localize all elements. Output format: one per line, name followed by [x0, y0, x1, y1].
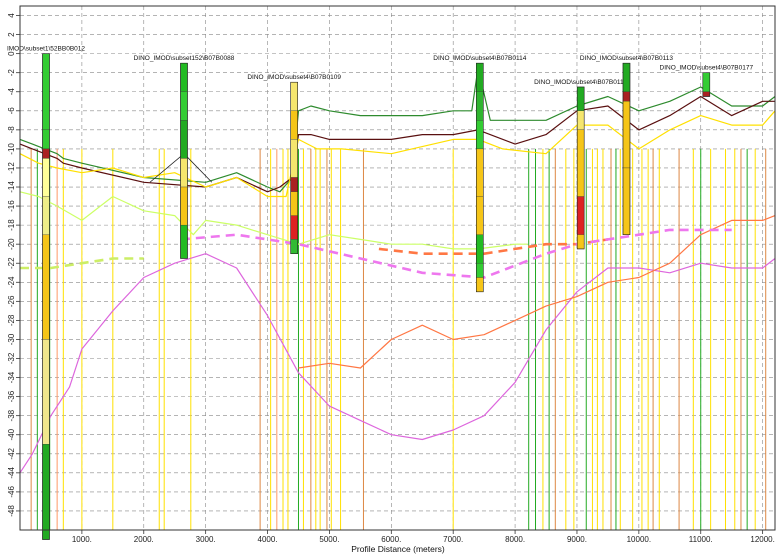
y-tick-label: -20	[7, 238, 16, 250]
borehole-segment	[290, 82, 298, 111]
borehole-label: DINO_IMOD\subset4\B07B0177	[660, 65, 754, 72]
borehole-segment	[702, 72, 710, 92]
x-tick-label: 1000.	[72, 535, 92, 544]
borehole-segment	[476, 277, 484, 292]
y-tick-label: -34	[7, 371, 16, 383]
borehole-segment	[577, 234, 585, 250]
borehole-segment	[42, 53, 50, 131]
borehole-segment	[42, 158, 50, 197]
borehole-segment	[42, 196, 50, 235]
y-tick-label: -26	[7, 295, 16, 307]
x-tick-label: 2000.	[134, 535, 154, 544]
borehole-segment	[476, 263, 484, 278]
borehole-segment	[42, 234, 50, 340]
y-tick-label: -12	[7, 162, 16, 174]
borehole-segment	[702, 91, 710, 97]
borehole-segment	[42, 129, 50, 150]
x-tick-label: 4000.	[258, 535, 278, 544]
borehole-segment	[290, 177, 298, 192]
borehole-segment	[180, 63, 188, 92]
borehole-label: DINO_IMOD\subset4\B07B0114	[433, 55, 526, 62]
borehole-segment	[577, 196, 585, 235]
borehole-label: DINO_IMOD\subset4\B07B0109	[247, 74, 341, 81]
borehole-segment	[476, 196, 484, 235]
y-tick-label: -18	[7, 219, 16, 231]
borehole-label: DINO_IMOD\subset4\B07B0113	[580, 55, 673, 62]
y-tick-label: -44	[7, 467, 16, 479]
x-tick-label: 12000.	[750, 535, 774, 544]
y-tick-label: -2	[7, 69, 16, 77]
borehole-segment	[290, 191, 298, 216]
borehole-segment	[290, 110, 298, 140]
borehole-label: IMOD\subset1\52BB0B012	[7, 46, 85, 53]
y-tick-label: -40	[7, 428, 16, 440]
borehole-segment	[476, 91, 484, 121]
x-tick-label: 9000.	[567, 535, 587, 544]
y-tick-label: -8	[7, 126, 16, 134]
borehole-segment	[622, 167, 631, 235]
borehole-segment	[290, 215, 298, 240]
borehole-segment	[290, 239, 298, 254]
x-tick-label: 3000.	[196, 535, 216, 544]
y-tick-label: -38	[7, 409, 16, 421]
y-tick-label: -10	[7, 143, 16, 155]
y-tick-label: -42	[7, 447, 16, 459]
borehole-segment	[476, 120, 484, 150]
profile-chart: IMOD\subset1\52BB0B012 DINO_IMOD\subset15…	[0, 0, 777, 556]
borehole-segment	[577, 129, 585, 197]
x-tick-label: 10000.	[627, 535, 651, 544]
borehole-segment	[577, 110, 585, 131]
y-tick-label: 0	[7, 51, 16, 56]
y-tick-label: 2	[7, 32, 16, 37]
y-tick-label: -46	[7, 486, 16, 498]
x-tick-label: 11000.	[689, 535, 713, 544]
y-tick-label: -24	[7, 276, 16, 288]
borehole-segment	[180, 158, 188, 188]
borehole-segment	[476, 148, 484, 197]
borehole-segment	[42, 444, 50, 540]
chart-frame: IMOD\subset1\52BB0B012 DINO_IMOD\subset15…	[0, 0, 777, 556]
borehole-segment	[577, 86, 585, 111]
borehole-segment	[180, 120, 188, 159]
y-tick-label: -14	[7, 181, 16, 193]
x-tick-label: 5000.	[319, 535, 339, 544]
x-tick-label: 6000.	[381, 535, 401, 544]
x-tick-label: 7000.	[443, 535, 463, 544]
borehole-segment	[476, 63, 484, 92]
y-tick-label: -4	[7, 88, 16, 96]
y-tick-label: 4	[7, 13, 16, 18]
y-tick-label: -32	[7, 352, 16, 364]
y-tick-label: -28	[7, 314, 16, 326]
borehole-segment	[476, 234, 484, 264]
y-tick-label: -48	[7, 505, 16, 517]
y-tick-label: -6	[7, 107, 16, 115]
y-tick-label: -30	[7, 333, 16, 345]
borehole-segment	[180, 224, 188, 259]
borehole-segment	[42, 148, 50, 159]
borehole-label: DINO_IMOD\subset152\B07B0088	[134, 55, 235, 62]
borehole-segment	[290, 139, 298, 178]
borehole-segment	[622, 91, 631, 102]
borehole-segment	[180, 91, 188, 121]
x-tick-label: 8000.	[505, 535, 525, 544]
y-tick-label: -16	[7, 200, 16, 212]
borehole-segment	[622, 101, 631, 169]
borehole-segment	[180, 186, 188, 226]
borehole-label: DINO_IMOD\subset4\B07B0118	[534, 79, 627, 86]
x-axis-label: Profile Distance (meters)	[351, 544, 445, 554]
borehole-segment	[42, 339, 50, 445]
y-tick-label: -22	[7, 257, 16, 269]
y-tick-label: -36	[7, 390, 16, 402]
borehole-segment	[622, 63, 631, 92]
